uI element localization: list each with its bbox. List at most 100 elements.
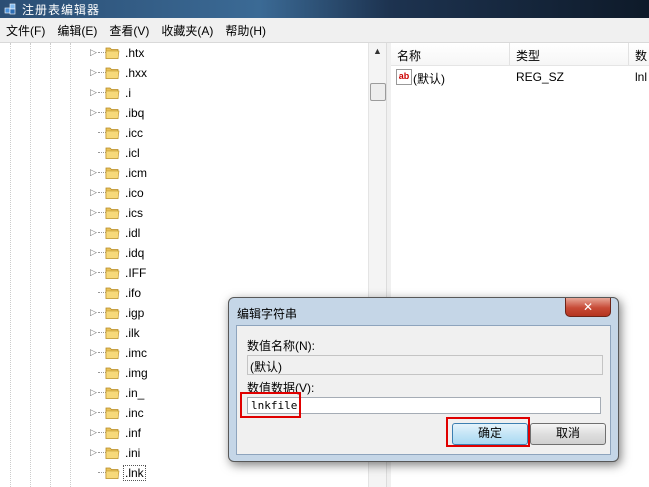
column-header-type[interactable]: 类型 xyxy=(516,47,540,64)
expand-arrow-icon[interactable]: ▷ xyxy=(90,307,98,317)
scroll-thumb[interactable] xyxy=(370,83,386,101)
tree-guide-line xyxy=(30,43,31,487)
tree-item[interactable]: ▷ .ibq xyxy=(0,103,368,123)
highlight-box xyxy=(446,417,530,447)
column-header-name[interactable]: 名称 xyxy=(397,47,421,64)
tree-item-label: .ics xyxy=(125,206,143,220)
menu-file[interactable]: 文件(F) xyxy=(0,18,51,42)
tree-item[interactable]: .icl xyxy=(0,143,368,163)
tree-item-label: .imc xyxy=(125,346,147,360)
tree-item-label: .lnk xyxy=(123,465,146,481)
edit-string-dialog: 编辑字符串 ✕ 数值名称(N): (默认) 数值数据(V): 确定 取消 xyxy=(228,297,619,462)
value-name: (默认) xyxy=(413,72,445,86)
value-data: lnl xyxy=(635,70,648,84)
folder-icon xyxy=(105,347,120,359)
tree-item-label: .inf xyxy=(125,426,142,440)
expand-arrow-icon[interactable]: ▷ xyxy=(90,47,98,57)
expand-arrow-icon[interactable]: ▷ xyxy=(90,167,98,177)
tree-item-label: .idl xyxy=(125,226,141,240)
expand-arrow-icon[interactable]: ▷ xyxy=(90,87,98,97)
regedit-icon xyxy=(4,3,16,15)
tree-item-label: .igp xyxy=(125,306,145,320)
value-type: REG_SZ xyxy=(516,70,565,84)
tree-item-label: .icc xyxy=(125,126,143,140)
folder-icon xyxy=(105,127,120,139)
tree-item[interactable]: ▷ .i xyxy=(0,83,368,103)
folder-icon xyxy=(105,467,120,479)
list-item[interactable]: ab (默认) REG_SZ lnl xyxy=(391,67,649,87)
tree-item[interactable]: ▷ .hxx xyxy=(0,63,368,83)
menu-view[interactable]: 查看(V) xyxy=(103,18,155,42)
tree-item[interactable]: ▷ .ics xyxy=(0,203,368,223)
tree-item-label: .icl xyxy=(125,146,140,160)
folder-icon xyxy=(105,207,120,219)
expand-arrow-icon[interactable]: ▷ xyxy=(90,327,98,337)
folder-icon xyxy=(105,67,120,79)
folder-icon xyxy=(105,367,120,379)
folder-icon xyxy=(105,87,120,99)
cancel-button[interactable]: 取消 xyxy=(530,423,606,445)
close-icon: ✕ xyxy=(582,300,594,314)
tree-item-label: .IFF xyxy=(125,266,147,280)
tree-item-label: .ibq xyxy=(125,106,145,120)
folder-icon xyxy=(105,227,120,239)
tree-item[interactable]: .lnk xyxy=(0,463,368,483)
column-header-data[interactable]: 数 xyxy=(635,47,647,64)
folder-icon xyxy=(105,247,120,259)
value-name-label: 数值名称(N): xyxy=(247,339,315,353)
tree-item[interactable]: ▷ .IFF xyxy=(0,263,368,283)
folder-icon xyxy=(105,187,120,199)
folder-icon xyxy=(105,327,120,339)
tree-item-label: .ilk xyxy=(125,326,140,340)
expand-arrow-icon[interactable]: ▷ xyxy=(90,207,98,217)
close-button[interactable]: ✕ xyxy=(565,298,611,317)
window-title: 注册表编辑器 xyxy=(22,3,101,17)
expand-arrow-icon[interactable]: ▷ xyxy=(90,407,98,417)
highlight-box xyxy=(240,392,301,418)
title-bar: 注册表编辑器 xyxy=(0,0,649,18)
expand-arrow-icon[interactable]: ▷ xyxy=(90,247,98,257)
expand-arrow-icon[interactable]: ▷ xyxy=(90,347,98,357)
menu-bar: 文件(F) 编辑(E) 查看(V) 收藏夹(A) 帮助(H) xyxy=(0,18,649,43)
tree-item-label: .img xyxy=(125,366,148,380)
expand-arrow-icon[interactable]: ▷ xyxy=(90,267,98,277)
tree-item[interactable]: ▷ .idl xyxy=(0,223,368,243)
tree-item-label: .ico xyxy=(125,186,144,200)
folder-icon xyxy=(105,107,120,119)
tree-item[interactable]: .icc xyxy=(0,123,368,143)
menu-edit[interactable]: 编辑(E) xyxy=(51,18,103,42)
menu-help[interactable]: 帮助(H) xyxy=(219,18,272,42)
folder-icon xyxy=(105,47,120,59)
folder-icon xyxy=(105,387,120,399)
value-name-text: (默认) xyxy=(250,360,282,374)
expand-arrow-icon[interactable]: ▷ xyxy=(90,387,98,397)
menu-favorites[interactable]: 收藏夹(A) xyxy=(155,18,219,42)
dialog-body: 数值名称(N): (默认) 数值数据(V): 确定 取消 xyxy=(236,325,611,455)
expand-arrow-icon[interactable]: ▷ xyxy=(90,427,98,437)
tree-item-label: .i xyxy=(125,86,131,100)
tree-item[interactable]: ▷ .htx xyxy=(0,43,368,63)
folder-icon xyxy=(105,427,120,439)
tree-item[interactable]: ▷ .icm xyxy=(0,163,368,183)
expand-arrow-icon[interactable]: ▷ xyxy=(90,187,98,197)
tree-item-label: .ini xyxy=(125,446,141,460)
scroll-up-arrow-icon[interactable]: ▲ xyxy=(369,43,386,60)
folder-icon xyxy=(105,307,120,319)
folder-icon xyxy=(105,407,120,419)
tree-item-label: .icm xyxy=(125,166,147,180)
tree-item-label: .hxx xyxy=(125,66,148,80)
tree-item-label: .idq xyxy=(125,246,145,260)
value-name-field: (默认) xyxy=(247,355,603,375)
tree-item[interactable]: ▷ .idq xyxy=(0,243,368,263)
tree-guide-line xyxy=(10,43,11,487)
expand-arrow-icon[interactable]: ▷ xyxy=(90,67,98,77)
expand-arrow-icon[interactable]: ▷ xyxy=(90,447,98,457)
folder-icon xyxy=(105,287,120,299)
dialog-title: 编辑字符串 xyxy=(237,307,298,321)
folder-icon xyxy=(105,447,120,459)
tree-item[interactable]: ▷ .ico xyxy=(0,183,368,203)
expand-arrow-icon[interactable]: ▷ xyxy=(90,107,98,117)
tree-guide-line xyxy=(50,43,51,487)
expand-arrow-icon[interactable]: ▷ xyxy=(90,227,98,237)
folder-icon xyxy=(105,267,120,279)
